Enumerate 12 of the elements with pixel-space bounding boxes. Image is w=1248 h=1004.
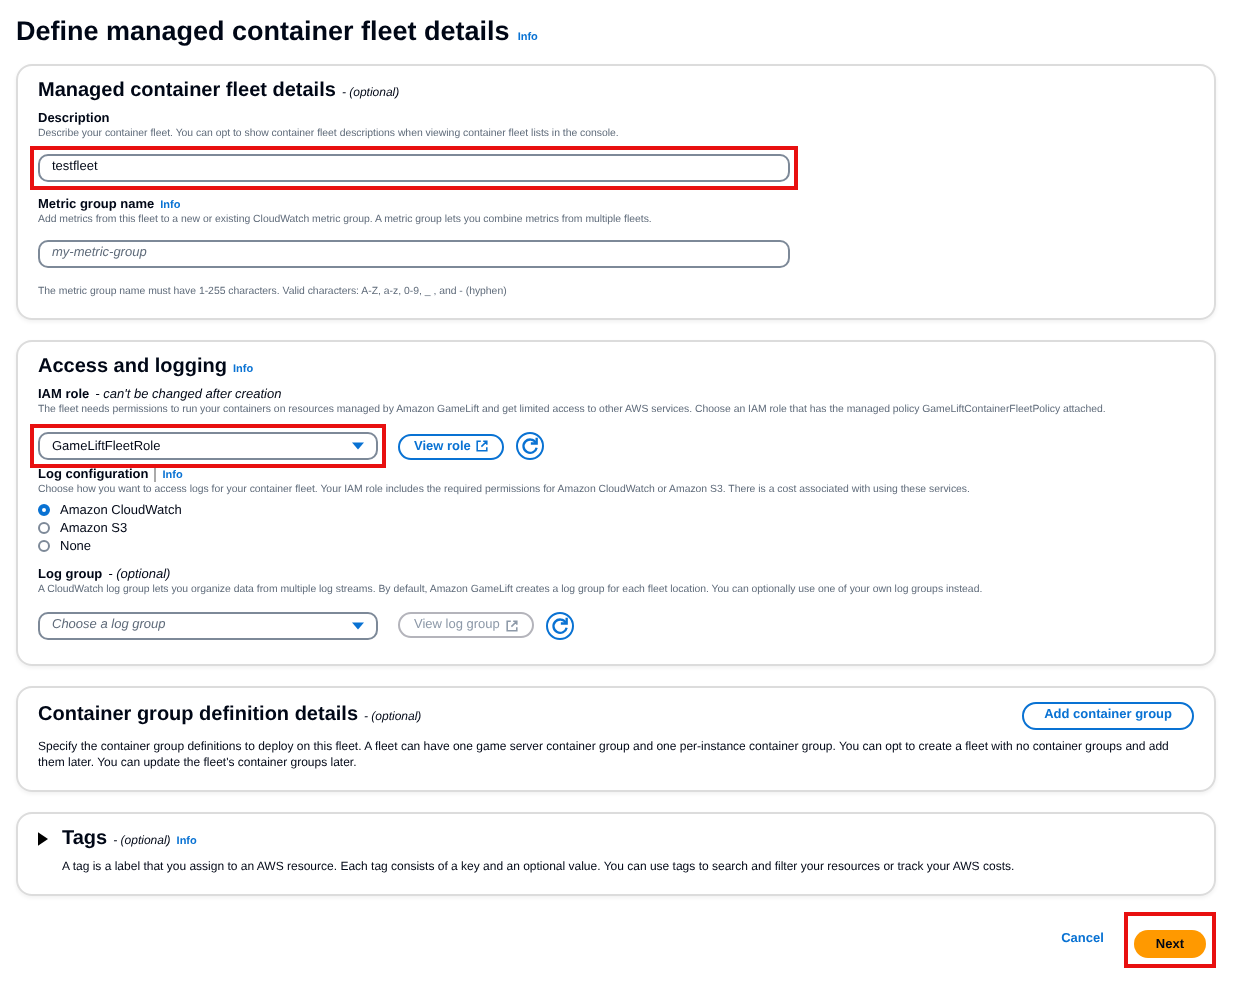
external-link-icon bbox=[476, 440, 489, 452]
refresh-button[interactable] bbox=[516, 432, 545, 460]
expand-icon[interactable] bbox=[38, 831, 48, 846]
external-link-icon bbox=[505, 619, 518, 631]
refresh-button[interactable] bbox=[545, 611, 574, 639]
caret-icon bbox=[352, 442, 364, 450]
section-title: Tags bbox=[62, 827, 108, 850]
section-title: Container group definition details bbox=[38, 704, 358, 726]
page-title: Define managed container fleet details bbox=[16, 16, 510, 46]
section-title: Access and logging bbox=[38, 356, 227, 379]
section-title: Managed container fleet details bbox=[38, 80, 336, 102]
caret-icon bbox=[352, 621, 364, 629]
